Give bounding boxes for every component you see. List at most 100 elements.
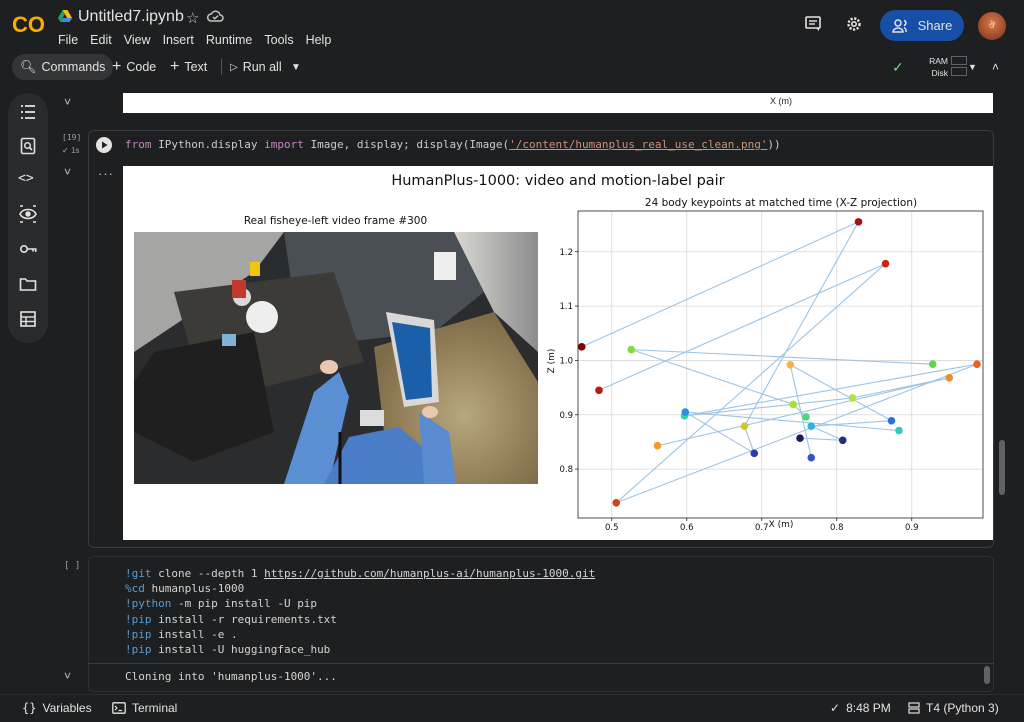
previous-cell-output bbox=[123, 93, 993, 113]
keypoint-edge bbox=[743, 425, 755, 454]
runtime-status[interactable]: T4 (Python 3) bbox=[908, 701, 999, 715]
variables-button[interactable]: {} Variables bbox=[22, 701, 92, 715]
code-line: !pip install -U huggingface_hub bbox=[125, 642, 595, 657]
y-tick-label: 1.0 bbox=[559, 356, 573, 366]
x-tick-label: 0.8 bbox=[830, 523, 844, 533]
collapse-cell-chevron-icon[interactable]: ˅ bbox=[64, 165, 71, 179]
code-text: !python -m pip install -U pip bbox=[125, 597, 318, 611]
keypoint-marker bbox=[807, 453, 816, 462]
notebook-title[interactable]: Untitled7.ipynb bbox=[78, 8, 184, 26]
keypoint-edge bbox=[631, 349, 933, 365]
menu-tools[interactable]: Tools bbox=[264, 33, 293, 47]
code-line: !pip install -e . bbox=[125, 627, 595, 642]
keypoint-marker bbox=[838, 436, 847, 445]
menu-file[interactable]: File bbox=[58, 33, 78, 47]
shell-command: !pip bbox=[125, 643, 152, 657]
execution-count-empty: [ ] bbox=[64, 561, 81, 571]
output-actions-dots-icon[interactable]: ··· bbox=[98, 166, 114, 181]
code-line: %cd humanplus-1000 bbox=[125, 581, 595, 596]
collapse-output-chevron-icon[interactable]: ˅ bbox=[64, 669, 71, 683]
x-tick-label: 0.9 bbox=[905, 523, 919, 533]
menu-runtime[interactable]: Runtime bbox=[206, 33, 253, 47]
code-snippets-icon[interactable]: <> bbox=[18, 171, 36, 189]
y-tick-label: 0.8 bbox=[559, 465, 573, 475]
x-tick-label: 0.6 bbox=[680, 523, 694, 533]
app-header: CO Untitled7.ipynb ☆ File Edit View Inse… bbox=[0, 0, 1024, 52]
settings-gear-icon[interactable] bbox=[845, 15, 863, 33]
success-check-icon: ✓ bbox=[62, 146, 69, 155]
table-of-contents-icon[interactable] bbox=[19, 103, 37, 121]
status-bar: {} Variables Terminal ✓ 8:48 PM T4 (Pyth… bbox=[0, 694, 1024, 722]
star-icon[interactable]: ☆ bbox=[186, 9, 199, 27]
keypoint-marker bbox=[796, 434, 804, 442]
notebook-scrollbar[interactable] bbox=[999, 440, 1005, 495]
play-icon: ▷ bbox=[230, 61, 238, 73]
add-text-button[interactable]: + Text bbox=[170, 54, 207, 80]
last-run-status[interactable]: ✓ 8:48 PM bbox=[830, 701, 891, 715]
axis-ticks: 0.5 0.6 0.7 0.8 0.9 0.8 0.9 1.0 1.1 1.2 bbox=[559, 248, 918, 533]
colab-logo[interactable]: CO bbox=[12, 10, 48, 38]
run-all-dropdown-icon[interactable]: ▼ bbox=[291, 54, 301, 80]
data-table-icon[interactable] bbox=[19, 310, 37, 328]
run-all-button[interactable]: ▷ Run all bbox=[230, 54, 282, 80]
folder-icon[interactable] bbox=[19, 275, 37, 293]
key-icon[interactable] bbox=[19, 240, 37, 258]
google-drive-icon bbox=[58, 10, 72, 22]
keypoint-edge bbox=[852, 377, 950, 399]
collapse-output-chevron-icon[interactable]: ˅ bbox=[64, 95, 71, 109]
run-cell-button[interactable] bbox=[96, 137, 112, 153]
user-avatar[interactable]: ঔ bbox=[978, 12, 1006, 40]
shell-command: !pip bbox=[125, 612, 152, 626]
add-code-button[interactable]: + Code bbox=[112, 54, 156, 80]
x-tick-label: 0.7 bbox=[755, 523, 769, 533]
keypoint-marker bbox=[895, 426, 903, 435]
code-editor[interactable]: !git clone --depth 1 https://github.com/… bbox=[125, 566, 595, 657]
comment-icon[interactable] bbox=[804, 15, 822, 33]
keypoint-marker bbox=[740, 422, 749, 430]
runtime-dropdown-icon[interactable]: ▼ bbox=[968, 54, 977, 80]
code-editor-line[interactable]: from IPython.display import Image, displ… bbox=[125, 138, 781, 151]
find-replace-icon[interactable] bbox=[19, 137, 37, 155]
previous-output-xlabel: X (m) bbox=[770, 96, 792, 106]
secrets-eye-icon[interactable] bbox=[19, 205, 37, 223]
code-text: !pip install -e . bbox=[125, 627, 238, 641]
shell-command: !git bbox=[125, 567, 152, 580]
people-icon bbox=[891, 18, 907, 33]
keypoint-marker bbox=[807, 422, 816, 430]
execution-time: ✓ 1s bbox=[62, 146, 80, 155]
code-line: !python -m pip install -U pip bbox=[125, 596, 595, 611]
y-tick-label: 1.2 bbox=[559, 248, 573, 258]
play-icon bbox=[102, 141, 108, 149]
keypoint-marker bbox=[595, 386, 603, 395]
commands-button[interactable]: 🔍︎ Commands bbox=[12, 54, 114, 80]
execution-count: [19] bbox=[62, 133, 82, 142]
menu-edit[interactable]: Edit bbox=[90, 33, 112, 47]
y-axis-label: Z (m) bbox=[547, 349, 557, 374]
menu-view[interactable]: View bbox=[124, 33, 151, 47]
connected-check-icon: ✓ bbox=[892, 58, 904, 75]
svg-text:CO: CO bbox=[12, 12, 45, 37]
cloud-saved-icon[interactable] bbox=[207, 9, 224, 23]
y-tick-label: 0.9 bbox=[559, 411, 573, 421]
repo-url-link[interactable]: https://github.com/humanplus-ai/humanplu… bbox=[264, 567, 595, 580]
shell-command: !python bbox=[125, 597, 172, 611]
keypoint-edge bbox=[684, 363, 978, 417]
menu-help[interactable]: Help bbox=[306, 33, 332, 47]
keypoint-edge bbox=[615, 263, 886, 504]
keypoint-edge bbox=[581, 221, 859, 348]
output-scrollbar[interactable] bbox=[984, 666, 990, 684]
keypoint-edges bbox=[581, 221, 978, 504]
keypoint-edge bbox=[598, 263, 886, 391]
ram-bar bbox=[951, 56, 967, 65]
chart-title: 24 body keypoints at matched time (X-Z p… bbox=[645, 197, 917, 209]
terminal-button[interactable]: Terminal bbox=[112, 701, 177, 715]
keypoint-marker bbox=[887, 416, 896, 425]
menu-insert[interactable]: Insert bbox=[163, 33, 194, 47]
code-line: !git clone --depth 1 https://github.com/… bbox=[125, 566, 595, 581]
collapse-chevron-up-icon[interactable]: ˄ bbox=[992, 54, 999, 80]
keypoint-marker bbox=[973, 360, 981, 369]
keypoint-marker bbox=[848, 394, 857, 402]
keypoint-edge bbox=[657, 377, 950, 447]
share-button[interactable]: Share bbox=[880, 10, 964, 41]
keypoint-edge bbox=[631, 349, 794, 405]
